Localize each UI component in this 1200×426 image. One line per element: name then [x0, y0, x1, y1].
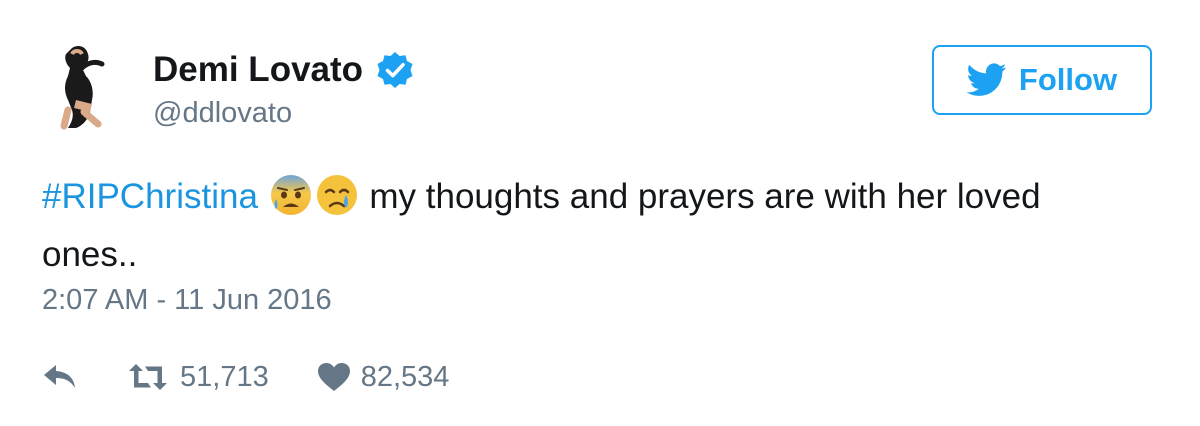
anxious-face-with-sweat-icon: [270, 175, 311, 215]
crying-face-icon: [316, 175, 357, 215]
retweet-button[interactable]: 51,713: [126, 361, 269, 394]
author-handle[interactable]: @ddlovato: [153, 97, 292, 130]
tweet-timestamp[interactable]: 2:07 AM - 11 Jun 2016: [42, 284, 332, 317]
author-name-row[interactable]: Demi Lovato: [153, 50, 415, 90]
retweet-icon: [129, 364, 167, 390]
hashtag-link[interactable]: #RIPChristina: [42, 177, 258, 216]
follow-button-label: Follow: [1018, 62, 1118, 97]
reply-icon: [44, 365, 75, 388]
profile-photo-icon: [42, 42, 130, 130]
tweet-text: #RIPChristina my thoughts and prayers ar…: [42, 168, 1142, 284]
heart-icon: [317, 363, 350, 391]
reply-button[interactable]: [42, 363, 78, 391]
author-name[interactable]: Demi Lovato: [153, 50, 363, 90]
verified-badge-icon: [377, 52, 413, 88]
follow-button[interactable]: Follow: [932, 45, 1152, 115]
avatar[interactable]: [42, 42, 130, 130]
retweet-count: 51,713: [180, 360, 269, 393]
tweet-actions: 51,713 82,534: [42, 355, 449, 399]
like-button[interactable]: 82,534: [317, 360, 450, 394]
twitter-bird-icon: [966, 63, 1007, 96]
like-count: 82,534: [360, 360, 450, 393]
